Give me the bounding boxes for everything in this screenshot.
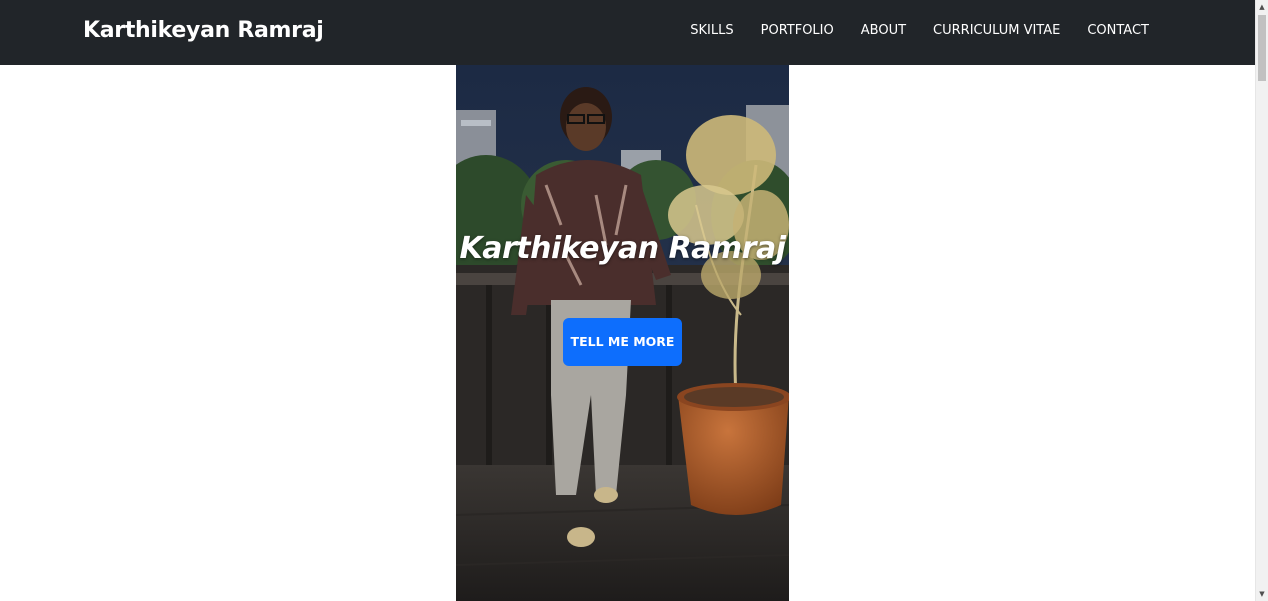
vertical-scrollbar[interactable]: ▲ ▼ [1255, 0, 1268, 601]
triangle-down-icon[interactable]: ▼ [1256, 587, 1268, 601]
nav-link-curriculum-vitae[interactable]: CURRICULUM VITAE [933, 22, 1060, 40]
page: Karthikeyan Ramraj SKILLS PORTFOLIO ABOU… [0, 0, 1268, 601]
nav-links: SKILLS PORTFOLIO ABOUT CURRICULUM VITAE … [690, 22, 1149, 40]
nav-link-portfolio[interactable]: PORTFOLIO [761, 22, 834, 40]
tell-me-more-button[interactable]: TELL ME MORE [563, 318, 682, 366]
nav-link-skills[interactable]: SKILLS [690, 22, 733, 40]
brand-link[interactable]: Karthikeyan Ramraj [83, 16, 324, 46]
scrollbar-thumb[interactable] [1258, 15, 1266, 81]
hero-title: Karthikeyan Ramraj [459, 231, 786, 266]
nav-link-about[interactable]: ABOUT [861, 22, 906, 40]
nav-link-contact[interactable]: CONTACT [1087, 22, 1149, 40]
triangle-up-icon[interactable]: ▲ [1256, 0, 1268, 14]
hero-section: Karthikeyan Ramraj TELL ME MORE [456, 65, 789, 601]
navbar: Karthikeyan Ramraj SKILLS PORTFOLIO ABOU… [0, 0, 1255, 65]
